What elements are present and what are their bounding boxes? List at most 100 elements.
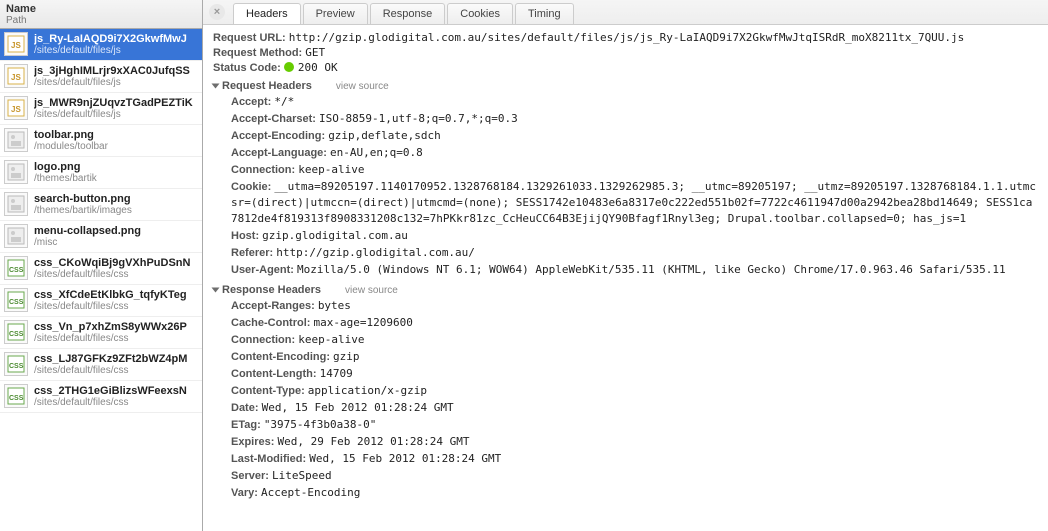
header-value: "3975-4f3b0a38-0" bbox=[264, 418, 377, 431]
file-type-icon: CSS bbox=[4, 384, 28, 408]
header-key: Connection: bbox=[231, 164, 295, 176]
close-icon[interactable]: × bbox=[209, 4, 225, 20]
svg-text:JS: JS bbox=[11, 73, 21, 82]
header-key: Server: bbox=[231, 470, 269, 482]
request-url-label: Request URL: bbox=[213, 32, 286, 44]
header-key: Accept-Ranges: bbox=[231, 300, 315, 312]
file-item[interactable]: CSS css_2THG1eGiBlizsWFeexsN/sites/defaul… bbox=[0, 381, 202, 413]
file-type-icon bbox=[4, 160, 28, 184]
tab-headers[interactable]: Headers bbox=[233, 3, 301, 24]
header-row: Content-Length: 14709 bbox=[213, 366, 1038, 382]
header-key: Connection: bbox=[231, 334, 295, 346]
header-value: en-AU,en;q=0.8 bbox=[330, 146, 423, 159]
tab-cookies[interactable]: Cookies bbox=[447, 3, 513, 24]
file-path: /sites/default/files/css bbox=[34, 269, 190, 280]
header-value: gzip.glodigital.com.au bbox=[262, 229, 408, 242]
file-info: search-button.png/themes/bartik/images bbox=[34, 193, 132, 216]
header-row: Expires: Wed, 29 Feb 2012 01:28:24 GMT bbox=[213, 434, 1038, 450]
header-key: Cache-Control: bbox=[231, 317, 310, 329]
request-method-value: GET bbox=[305, 46, 325, 59]
file-info: css_XfCdeEtKlbkG_tqfyKTeg/sites/default/… bbox=[34, 289, 187, 312]
headers-content: Request URL: http://gzip.glodigital.com.… bbox=[203, 25, 1048, 531]
sidebar-header[interactable]: Name Path bbox=[0, 0, 202, 29]
header-row: Cookie: __utma=89205197.1140170952.13287… bbox=[213, 179, 1038, 227]
sidebar-header-path: Path bbox=[6, 15, 196, 26]
file-type-icon: CSS bbox=[4, 256, 28, 280]
header-key: Vary: bbox=[231, 487, 258, 499]
header-row: Server: LiteSpeed bbox=[213, 468, 1038, 484]
file-type-icon bbox=[4, 192, 28, 216]
file-info: menu-collapsed.png/misc bbox=[34, 225, 141, 248]
request-headers-section[interactable]: Request Headers view source bbox=[213, 80, 1038, 92]
file-type-icon bbox=[4, 128, 28, 152]
file-name: css_2THG1eGiBlizsWFeexsN bbox=[34, 385, 187, 397]
header-row: Accept-Charset: ISO-8859-1,utf-8;q=0.7,*… bbox=[213, 111, 1038, 127]
file-item[interactable]: JS js_Ry-LaIAQD9i7X2GkwfMwJ/sites/default… bbox=[0, 29, 202, 61]
header-row: Connection: keep-alive bbox=[213, 162, 1038, 178]
svg-text:CSS: CSS bbox=[9, 331, 24, 338]
tab-timing[interactable]: Timing bbox=[515, 3, 574, 24]
view-source-link[interactable]: view source bbox=[345, 285, 398, 296]
file-name: logo.png bbox=[34, 161, 97, 173]
header-row: Last-Modified: Wed, 15 Feb 2012 01:28:24… bbox=[213, 451, 1038, 467]
file-path: /misc bbox=[34, 237, 141, 248]
tab-preview[interactable]: Preview bbox=[303, 3, 368, 24]
file-type-icon: CSS bbox=[4, 288, 28, 312]
header-key: Cookie: bbox=[231, 181, 271, 193]
file-info: css_2THG1eGiBlizsWFeexsN/sites/default/f… bbox=[34, 385, 187, 408]
status-code-label: Status Code: bbox=[213, 62, 281, 74]
file-path: /sites/default/files/css bbox=[34, 301, 187, 312]
svg-text:JS: JS bbox=[11, 105, 21, 114]
network-file-sidebar: Name Path JS js_Ry-LaIAQD9i7X2GkwfMwJ/sit… bbox=[0, 0, 203, 531]
header-row: Content-Type: application/x-gzip bbox=[213, 383, 1038, 399]
file-item[interactable]: menu-collapsed.png/misc bbox=[0, 221, 202, 253]
file-info: css_Vn_p7xhZmS8yWWx26P/sites/default/fil… bbox=[34, 321, 187, 344]
file-item[interactable]: JSjs_MWR9njZUqvzTGadPEZTiK/sites/default… bbox=[0, 93, 202, 125]
file-info: js_Ry-LaIAQD9i7X2GkwfMwJ/sites/default/f… bbox=[34, 33, 187, 56]
file-item[interactable]: CSS css_XfCdeEtKlbkG_tqfyKTeg/sites/defau… bbox=[0, 285, 202, 317]
header-row: User-Agent: Mozilla/5.0 (Windows NT 6.1;… bbox=[213, 262, 1038, 278]
file-item[interactable]: CSS css_LJ87GFKz9ZFt2bWZ4pM/sites/default… bbox=[0, 349, 202, 381]
file-item[interactable]: toolbar.png/modules/toolbar bbox=[0, 125, 202, 157]
header-value: application/x-gzip bbox=[308, 384, 427, 397]
file-type-icon bbox=[4, 224, 28, 248]
status-dot-icon bbox=[284, 62, 294, 72]
file-item[interactable]: CSS css_Vn_p7xhZmS8yWWx26P/sites/default/… bbox=[0, 317, 202, 349]
file-info: css_LJ87GFKz9ZFt2bWZ4pM/sites/default/fi… bbox=[34, 353, 187, 376]
header-row: Content-Encoding: gzip bbox=[213, 349, 1038, 365]
file-info: js_3jHghIMLrjr9xXAC0JufqSS/sites/default… bbox=[34, 65, 190, 88]
file-name: css_Vn_p7xhZmS8yWWx26P bbox=[34, 321, 187, 333]
response-headers-section[interactable]: Response Headers view source bbox=[213, 284, 1038, 296]
file-name: menu-collapsed.png bbox=[34, 225, 141, 237]
file-item[interactable]: JS js_3jHghIMLrjr9xXAC0JufqSS/sites/defau… bbox=[0, 61, 202, 93]
header-row: ETag: "3975-4f3b0a38-0" bbox=[213, 417, 1038, 433]
file-type-icon: JS bbox=[4, 32, 28, 56]
header-key: Content-Length: bbox=[231, 368, 317, 380]
header-row: Accept: */* bbox=[213, 94, 1038, 110]
file-path: /sites/default/files/js bbox=[34, 45, 187, 56]
header-row: Accept-Ranges: bytes bbox=[213, 298, 1038, 314]
file-item[interactable]: CSScss_CKoWqiBj9gVXhPuDSnN/sites/default… bbox=[0, 253, 202, 285]
header-value: max-age=1209600 bbox=[314, 316, 413, 329]
header-value: gzip,deflate,sdch bbox=[328, 129, 441, 142]
header-key: Host: bbox=[231, 230, 259, 242]
header-value: */* bbox=[274, 95, 294, 108]
view-source-link[interactable]: view source bbox=[336, 81, 389, 92]
svg-text:CSS: CSS bbox=[9, 363, 24, 370]
file-path: /themes/bartik bbox=[34, 173, 97, 184]
file-name: search-button.png bbox=[34, 193, 132, 205]
file-name: css_XfCdeEtKlbkG_tqfyKTeg bbox=[34, 289, 187, 301]
file-name: toolbar.png bbox=[34, 129, 108, 141]
header-row: Accept-Language: en-AU,en;q=0.8 bbox=[213, 145, 1038, 161]
file-item[interactable]: logo.png/themes/bartik bbox=[0, 157, 202, 189]
file-name: js_3jHghIMLrjr9xXAC0JufqSS bbox=[34, 65, 190, 77]
header-row: Cache-Control: max-age=1209600 bbox=[213, 315, 1038, 331]
header-value: Wed, 15 Feb 2012 01:28:24 GMT bbox=[309, 452, 501, 465]
file-item[interactable]: search-button.png/themes/bartik/images bbox=[0, 189, 202, 221]
header-row: Referer: http://gzip.glodigital.com.au/ bbox=[213, 245, 1038, 261]
tab-response[interactable]: Response bbox=[370, 3, 446, 24]
header-row: Host: gzip.glodigital.com.au bbox=[213, 228, 1038, 244]
file-path: /themes/bartik/images bbox=[34, 205, 132, 216]
file-path: /modules/toolbar bbox=[34, 141, 108, 152]
header-value: bytes bbox=[318, 299, 351, 312]
